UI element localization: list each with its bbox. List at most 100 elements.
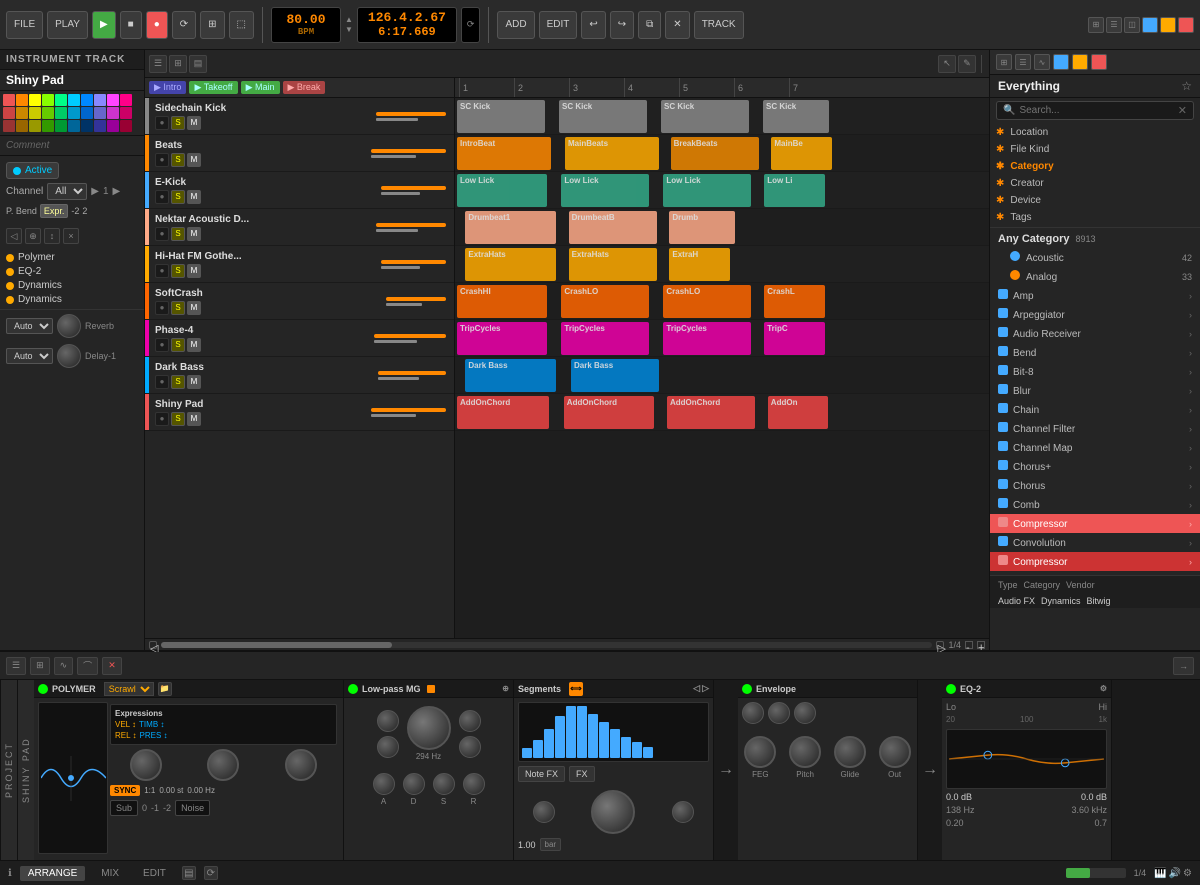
clip[interactable]: AddOn (768, 396, 829, 429)
poly-knob1[interactable] (130, 749, 162, 781)
dchain-right-btn[interactable]: → (1173, 657, 1194, 675)
clip[interactable]: TripCycles (561, 322, 649, 355)
midi-icon[interactable]: 🎹 (1154, 868, 1166, 879)
polymer-power[interactable] (38, 684, 48, 694)
track-pan[interactable] (376, 118, 418, 121)
clip[interactable]: SC Kick (559, 100, 647, 133)
track-pan[interactable] (381, 192, 420, 195)
track-pan[interactable] (376, 229, 418, 232)
lp-knob1[interactable] (377, 710, 399, 732)
track-fader[interactable] (386, 297, 446, 301)
clip[interactable]: DrumbeatB (569, 211, 657, 244)
search-input[interactable] (1019, 105, 1173, 116)
dchain-env-btn[interactable]: ⌒ (77, 657, 98, 675)
filter-category[interactable]: ✱ Category (996, 159, 1194, 174)
color-swatch[interactable] (42, 107, 54, 119)
clip[interactable]: CrashLO (663, 285, 751, 318)
track-solo-btn[interactable]: S (171, 301, 185, 315)
copy-button[interactable]: ⧉ (638, 11, 661, 39)
eq2-settings[interactable]: ⚙ (1100, 684, 1107, 693)
audio-icon[interactable]: 🔊 (1169, 868, 1181, 879)
seg-prev[interactable]: ◁ (693, 683, 700, 694)
color-swatch[interactable] (94, 120, 106, 132)
device-dynamics2[interactable]: Dynamics (6, 294, 138, 305)
scroll-track[interactable] (161, 642, 932, 648)
scroll-left[interactable]: ◁ (149, 641, 157, 649)
color-swatch[interactable] (120, 107, 132, 119)
detail-icon[interactable]: ◫ (1124, 17, 1140, 33)
auto-select1[interactable]: Auto (6, 318, 53, 334)
device-eq2[interactable]: EQ-2 (6, 266, 138, 277)
pitch-knob[interactable] (789, 736, 821, 768)
filter-device[interactable]: ✱ Device (996, 193, 1194, 208)
track-pan[interactable] (378, 377, 419, 380)
project-label[interactable]: PROJECT (0, 680, 17, 860)
zoom-minus[interactable]: - (965, 641, 973, 649)
dchain-grid-btn[interactable]: ⊞ (30, 657, 50, 675)
fx-convolution[interactable]: Convolution › (990, 533, 1200, 552)
dchain-delete-btn[interactable]: ✕ (102, 657, 122, 675)
clip[interactable]: Low Li (764, 174, 825, 207)
color-swatch[interactable] (120, 120, 132, 132)
grid-view-btn[interactable]: ⊞ (169, 55, 187, 73)
track-mute-toggle[interactable]: M (187, 301, 201, 315)
color-swatch[interactable] (94, 107, 106, 119)
color-swatch[interactable] (16, 120, 28, 132)
clip[interactable]: SC Kick (457, 100, 545, 133)
clip[interactable]: SC Kick (661, 100, 749, 133)
layout-btn[interactable]: ▤ (189, 55, 207, 73)
dchain-wave-btn[interactable]: ∿ (54, 657, 74, 675)
loop-button[interactable]: ⟳ (172, 11, 196, 39)
reverb-knob[interactable] (57, 314, 81, 338)
track-fader[interactable] (376, 112, 446, 116)
lp-knob2[interactable] (377, 736, 399, 758)
cursor-tool[interactable]: ↖ (938, 55, 956, 73)
adsr-r-knob[interactable] (463, 773, 485, 795)
takeoff-marker[interactable]: ▶ Takeoff (189, 81, 237, 94)
increment-btn[interactable]: ▲ (345, 15, 353, 24)
browser-color2[interactable] (1072, 54, 1088, 70)
arrangement-mode-btn[interactable]: ▤ (182, 866, 196, 880)
wave-noise[interactable]: Noise (175, 800, 210, 816)
active-button[interactable]: Active (6, 162, 59, 179)
pencil-tool[interactable]: ✎ (958, 55, 976, 73)
browser-star-btn[interactable]: ☆ (1181, 79, 1192, 93)
adsr-s-knob[interactable] (433, 773, 455, 795)
track-mute-toggle[interactable]: M (187, 412, 201, 426)
clip[interactable]: Low Lick (663, 174, 751, 207)
track-fader[interactable] (374, 334, 446, 338)
color-swatch[interactable] (81, 107, 93, 119)
track-mute-toggle[interactable]: M (187, 116, 201, 130)
track-mute-toggle[interactable]: M (187, 375, 201, 389)
feg-knob[interactable] (744, 736, 776, 768)
track-button[interactable]: TRACK (694, 11, 744, 39)
segments-map-btn[interactable]: ⟺ (569, 682, 583, 696)
filter-tags[interactable]: ✱ Tags (996, 210, 1194, 225)
track-pan[interactable] (374, 340, 417, 343)
fx-channel-map[interactable]: Channel Map › (990, 438, 1200, 457)
seg-main-knob[interactable] (591, 790, 635, 834)
clip[interactable]: Dark Bass (465, 359, 555, 392)
seg-mode-btn[interactable]: bar (540, 838, 562, 851)
capture-button[interactable]: ⬚ (229, 11, 254, 39)
track-mute-btn[interactable]: ● (155, 412, 169, 426)
env-knob3[interactable] (794, 702, 816, 724)
list-view-btn[interactable]: ☰ (149, 55, 167, 73)
lowpass-indicator[interactable] (427, 685, 435, 693)
fx-btn[interactable]: FX (569, 766, 595, 782)
clip[interactable]: CrashHI (457, 285, 547, 318)
info-icon[interactable]: ℹ (8, 868, 12, 879)
track-mute-btn[interactable]: ● (155, 116, 169, 130)
midi-btn1[interactable]: ◁ (6, 228, 22, 244)
clip[interactable]: Low Lick (457, 174, 547, 207)
category-acoustic[interactable]: Acoustic 42 (990, 248, 1200, 267)
fx-compressor[interactable]: Compressor › (990, 514, 1200, 533)
decrement-btn[interactable]: ▼ (345, 25, 353, 34)
track-pan[interactable] (386, 303, 422, 306)
track-mute-btn[interactable]: ● (155, 153, 169, 167)
poly-knob2[interactable] (207, 749, 239, 781)
midi-btn2[interactable]: ⊕ (25, 228, 41, 244)
color-swatch[interactable] (3, 94, 15, 106)
break-marker[interactable]: ▶ Break (283, 81, 326, 94)
shinypad-label[interactable]: SHINY PAD (17, 680, 34, 860)
